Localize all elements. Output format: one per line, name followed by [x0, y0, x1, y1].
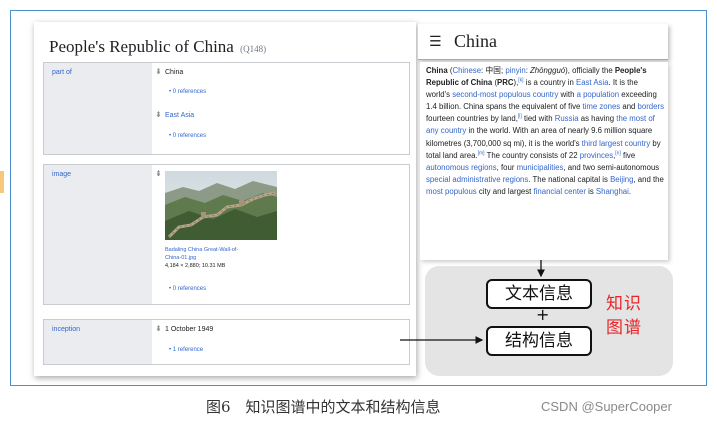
watermark-credit: CSDN @SuperCooper: [541, 399, 672, 414]
connector-arrows: [400, 260, 545, 344]
figure-caption: 图6 知识图谱中的文本和结构信息: [206, 398, 441, 416]
